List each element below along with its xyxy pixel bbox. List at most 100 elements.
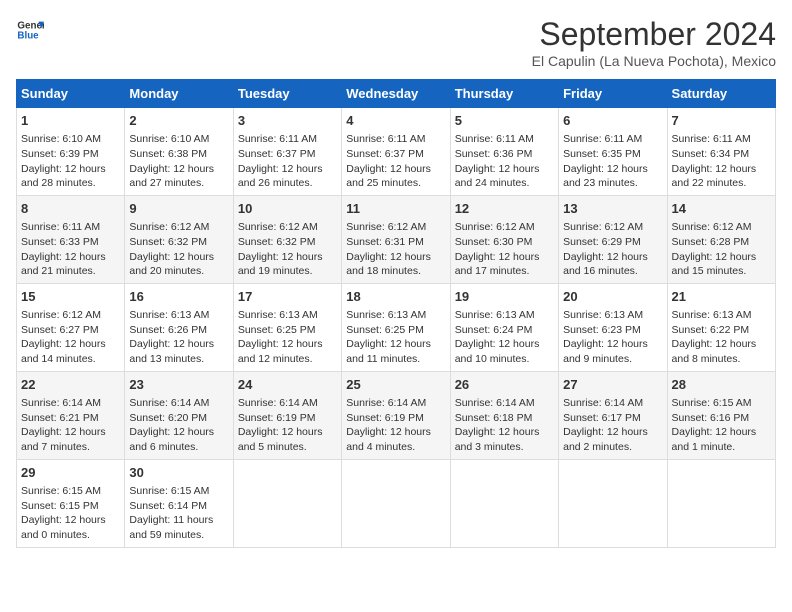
calendar-cell: 2 Sunrise: 6:10 AM Sunset: 6:38 PM Daylig…	[125, 108, 233, 196]
calendar-cell: 21 Sunrise: 6:13 AM Sunset: 6:22 PM Dayli…	[667, 283, 775, 371]
day-number: 22	[21, 376, 120, 394]
header-day-monday: Monday	[125, 80, 233, 108]
calendar-header: SundayMondayTuesdayWednesdayThursdayFrid…	[17, 80, 776, 108]
week-row-5: 29Sunrise: 6:15 AM Sunset: 6:15 PM Dayli…	[17, 459, 776, 547]
page-title: September 2024	[532, 16, 776, 53]
day-info: Sunrise: 6:12 AM Sunset: 6:31 PM Dayligh…	[346, 220, 445, 279]
calendar-cell	[450, 459, 558, 547]
calendar-cell: 27Sunrise: 6:14 AM Sunset: 6:17 PM Dayli…	[559, 371, 667, 459]
calendar-cell: 7Sunrise: 6:11 AM Sunset: 6:34 PM Daylig…	[667, 108, 775, 196]
day-number: 26	[455, 376, 554, 394]
day-info: Sunrise: 6:13 AM Sunset: 6:25 PM Dayligh…	[346, 308, 445, 367]
calendar-cell: 15Sunrise: 6:12 AM Sunset: 6:27 PM Dayli…	[17, 283, 125, 371]
calendar-cell	[342, 459, 450, 547]
day-info: Sunrise: 6:10 AM Sunset: 6:39 PM Dayligh…	[21, 132, 120, 191]
calendar-cell: 20Sunrise: 6:13 AM Sunset: 6:23 PM Dayli…	[559, 283, 667, 371]
page-subtitle: El Capulin (La Nueva Pochota), Mexico	[532, 53, 776, 69]
week-row-1: 1 Sunrise: 6:10 AM Sunset: 6:39 PM Daylig…	[17, 108, 776, 196]
calendar-cell: 30 Sunrise: 6:15 AM Sunset: 6:14 PM Dayli…	[125, 459, 233, 547]
calendar-cell: 8 Sunrise: 6:11 AM Sunset: 6:33 PM Daylig…	[17, 195, 125, 283]
day-number: 9	[129, 200, 228, 218]
day-info: Sunrise: 6:15 AM Sunset: 6:15 PM Dayligh…	[21, 484, 120, 543]
calendar-table: SundayMondayTuesdayWednesdayThursdayFrid…	[16, 79, 776, 548]
calendar-body: 1 Sunrise: 6:10 AM Sunset: 6:39 PM Daylig…	[17, 108, 776, 548]
day-number: 16	[129, 288, 228, 306]
title-block: September 2024 El Capulin (La Nueva Poch…	[532, 16, 776, 69]
day-number: 15	[21, 288, 120, 306]
calendar-cell: 26 Sunrise: 6:14 AM Sunset: 6:18 PM Dayli…	[450, 371, 558, 459]
calendar-cell: 10Sunrise: 6:12 AM Sunset: 6:32 PM Dayli…	[233, 195, 341, 283]
day-number: 23	[129, 376, 228, 394]
calendar-cell: 17Sunrise: 6:13 AM Sunset: 6:25 PM Dayli…	[233, 283, 341, 371]
day-number: 10	[238, 200, 337, 218]
day-info: Sunrise: 6:14 AM Sunset: 6:19 PM Dayligh…	[346, 396, 445, 455]
day-number: 2	[129, 112, 228, 130]
day-info: Sunrise: 6:12 AM Sunset: 6:32 PM Dayligh…	[129, 220, 228, 279]
day-number: 5	[455, 112, 554, 130]
calendar-cell: 28Sunrise: 6:15 AM Sunset: 6:16 PM Dayli…	[667, 371, 775, 459]
day-number: 24	[238, 376, 337, 394]
day-number: 25	[346, 376, 445, 394]
calendar-cell: 12 Sunrise: 6:12 AM Sunset: 6:30 PM Dayli…	[450, 195, 558, 283]
svg-text:Blue: Blue	[17, 30, 39, 41]
day-info: Sunrise: 6:11 AM Sunset: 6:35 PM Dayligh…	[563, 132, 662, 191]
day-info: Sunrise: 6:13 AM Sunset: 6:24 PM Dayligh…	[455, 308, 554, 367]
day-number: 6	[563, 112, 662, 130]
day-number: 27	[563, 376, 662, 394]
calendar-cell	[667, 459, 775, 547]
day-info: Sunrise: 6:11 AM Sunset: 6:37 PM Dayligh…	[238, 132, 337, 191]
day-number: 19	[455, 288, 554, 306]
day-info: Sunrise: 6:14 AM Sunset: 6:19 PM Dayligh…	[238, 396, 337, 455]
header-day-friday: Friday	[559, 80, 667, 108]
day-number: 4	[346, 112, 445, 130]
day-info: Sunrise: 6:12 AM Sunset: 6:30 PM Dayligh…	[455, 220, 554, 279]
day-number: 14	[672, 200, 771, 218]
calendar-cell: 25 Sunrise: 6:14 AM Sunset: 6:19 PM Dayli…	[342, 371, 450, 459]
day-number: 30	[129, 464, 228, 482]
day-info: Sunrise: 6:11 AM Sunset: 6:33 PM Dayligh…	[21, 220, 120, 279]
day-info: Sunrise: 6:13 AM Sunset: 6:22 PM Dayligh…	[672, 308, 771, 367]
day-info: Sunrise: 6:12 AM Sunset: 6:28 PM Dayligh…	[672, 220, 771, 279]
calendar-cell: 23 Sunrise: 6:14 AM Sunset: 6:20 PM Dayli…	[125, 371, 233, 459]
header-day-sunday: Sunday	[17, 80, 125, 108]
day-number: 7	[672, 112, 771, 130]
calendar-cell: 22 Sunrise: 6:14 AM Sunset: 6:21 PM Dayli…	[17, 371, 125, 459]
calendar-cell	[559, 459, 667, 547]
header: General Blue September 2024 El Capulin (…	[16, 16, 776, 69]
day-info: Sunrise: 6:15 AM Sunset: 6:14 PM Dayligh…	[129, 484, 228, 543]
calendar-cell: 16Sunrise: 6:13 AM Sunset: 6:26 PM Dayli…	[125, 283, 233, 371]
day-info: Sunrise: 6:12 AM Sunset: 6:29 PM Dayligh…	[563, 220, 662, 279]
calendar-cell: 5 Sunrise: 6:11 AM Sunset: 6:36 PM Daylig…	[450, 108, 558, 196]
day-number: 8	[21, 200, 120, 218]
day-info: Sunrise: 6:15 AM Sunset: 6:16 PM Dayligh…	[672, 396, 771, 455]
calendar-cell: 13 Sunrise: 6:12 AM Sunset: 6:29 PM Dayli…	[559, 195, 667, 283]
header-day-saturday: Saturday	[667, 80, 775, 108]
logo: General Blue	[16, 16, 44, 44]
day-info: Sunrise: 6:10 AM Sunset: 6:38 PM Dayligh…	[129, 132, 228, 191]
day-number: 13	[563, 200, 662, 218]
day-number: 18	[346, 288, 445, 306]
calendar-cell: 3 Sunrise: 6:11 AM Sunset: 6:37 PM Daylig…	[233, 108, 341, 196]
day-info: Sunrise: 6:14 AM Sunset: 6:21 PM Dayligh…	[21, 396, 120, 455]
header-row: SundayMondayTuesdayWednesdayThursdayFrid…	[17, 80, 776, 108]
header-day-wednesday: Wednesday	[342, 80, 450, 108]
week-row-3: 15Sunrise: 6:12 AM Sunset: 6:27 PM Dayli…	[17, 283, 776, 371]
week-row-2: 8 Sunrise: 6:11 AM Sunset: 6:33 PM Daylig…	[17, 195, 776, 283]
day-info: Sunrise: 6:14 AM Sunset: 6:18 PM Dayligh…	[455, 396, 554, 455]
calendar-cell: 11Sunrise: 6:12 AM Sunset: 6:31 PM Dayli…	[342, 195, 450, 283]
day-info: Sunrise: 6:14 AM Sunset: 6:20 PM Dayligh…	[129, 396, 228, 455]
calendar-cell: 6 Sunrise: 6:11 AM Sunset: 6:35 PM Daylig…	[559, 108, 667, 196]
calendar-cell: 19 Sunrise: 6:13 AM Sunset: 6:24 PM Dayli…	[450, 283, 558, 371]
calendar-cell	[233, 459, 341, 547]
day-number: 3	[238, 112, 337, 130]
day-number: 12	[455, 200, 554, 218]
day-number: 20	[563, 288, 662, 306]
day-number: 21	[672, 288, 771, 306]
day-number: 1	[21, 112, 120, 130]
day-info: Sunrise: 6:13 AM Sunset: 6:25 PM Dayligh…	[238, 308, 337, 367]
calendar-cell: 4Sunrise: 6:11 AM Sunset: 6:37 PM Daylig…	[342, 108, 450, 196]
calendar-cell: 24 Sunrise: 6:14 AM Sunset: 6:19 PM Dayli…	[233, 371, 341, 459]
calendar-cell: 1 Sunrise: 6:10 AM Sunset: 6:39 PM Daylig…	[17, 108, 125, 196]
header-day-tuesday: Tuesday	[233, 80, 341, 108]
day-info: Sunrise: 6:11 AM Sunset: 6:36 PM Dayligh…	[455, 132, 554, 191]
